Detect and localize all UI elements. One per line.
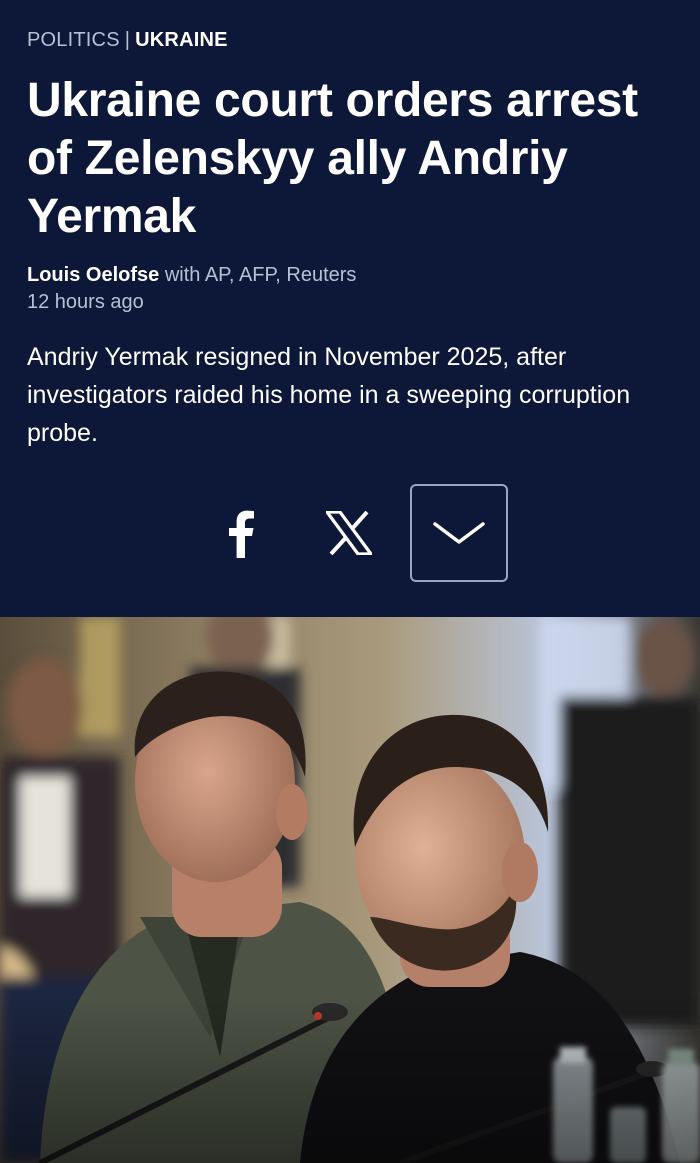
share-facebook-button[interactable]	[192, 484, 290, 582]
article-photo	[0, 617, 700, 1163]
facebook-icon	[229, 510, 254, 558]
breadcrumb-separator: |	[124, 29, 131, 51]
article-header: POLITICS | UKRAINE Ukraine court orders ar…	[0, 0, 700, 617]
share-x-button[interactable]	[300, 484, 398, 582]
breadcrumb-category[interactable]: POLITICS	[27, 29, 120, 51]
share-bar	[0, 484, 700, 582]
chevron-down-icon	[433, 522, 485, 544]
byline: Louis Oelofse with AP, AFP, Reuters	[27, 264, 356, 287]
more-share-options-button[interactable]	[410, 484, 508, 582]
article-headline: Ukraine court orders arrest of Zelenskyy…	[27, 74, 638, 243]
breadcrumb: POLITICS | UKRAINE	[27, 29, 228, 52]
article-summary: Andriy Yermak resigned in November 2025,…	[27, 343, 631, 447]
author-name[interactable]: Louis Oelofse	[27, 264, 159, 286]
contributors: with AP, AFP, Reuters	[164, 264, 357, 286]
x-icon	[326, 511, 372, 555]
breadcrumb-subcategory[interactable]: UKRAINE	[135, 29, 228, 51]
publish-time: 12 hours ago	[27, 291, 144, 313]
news-photo	[0, 617, 700, 1163]
